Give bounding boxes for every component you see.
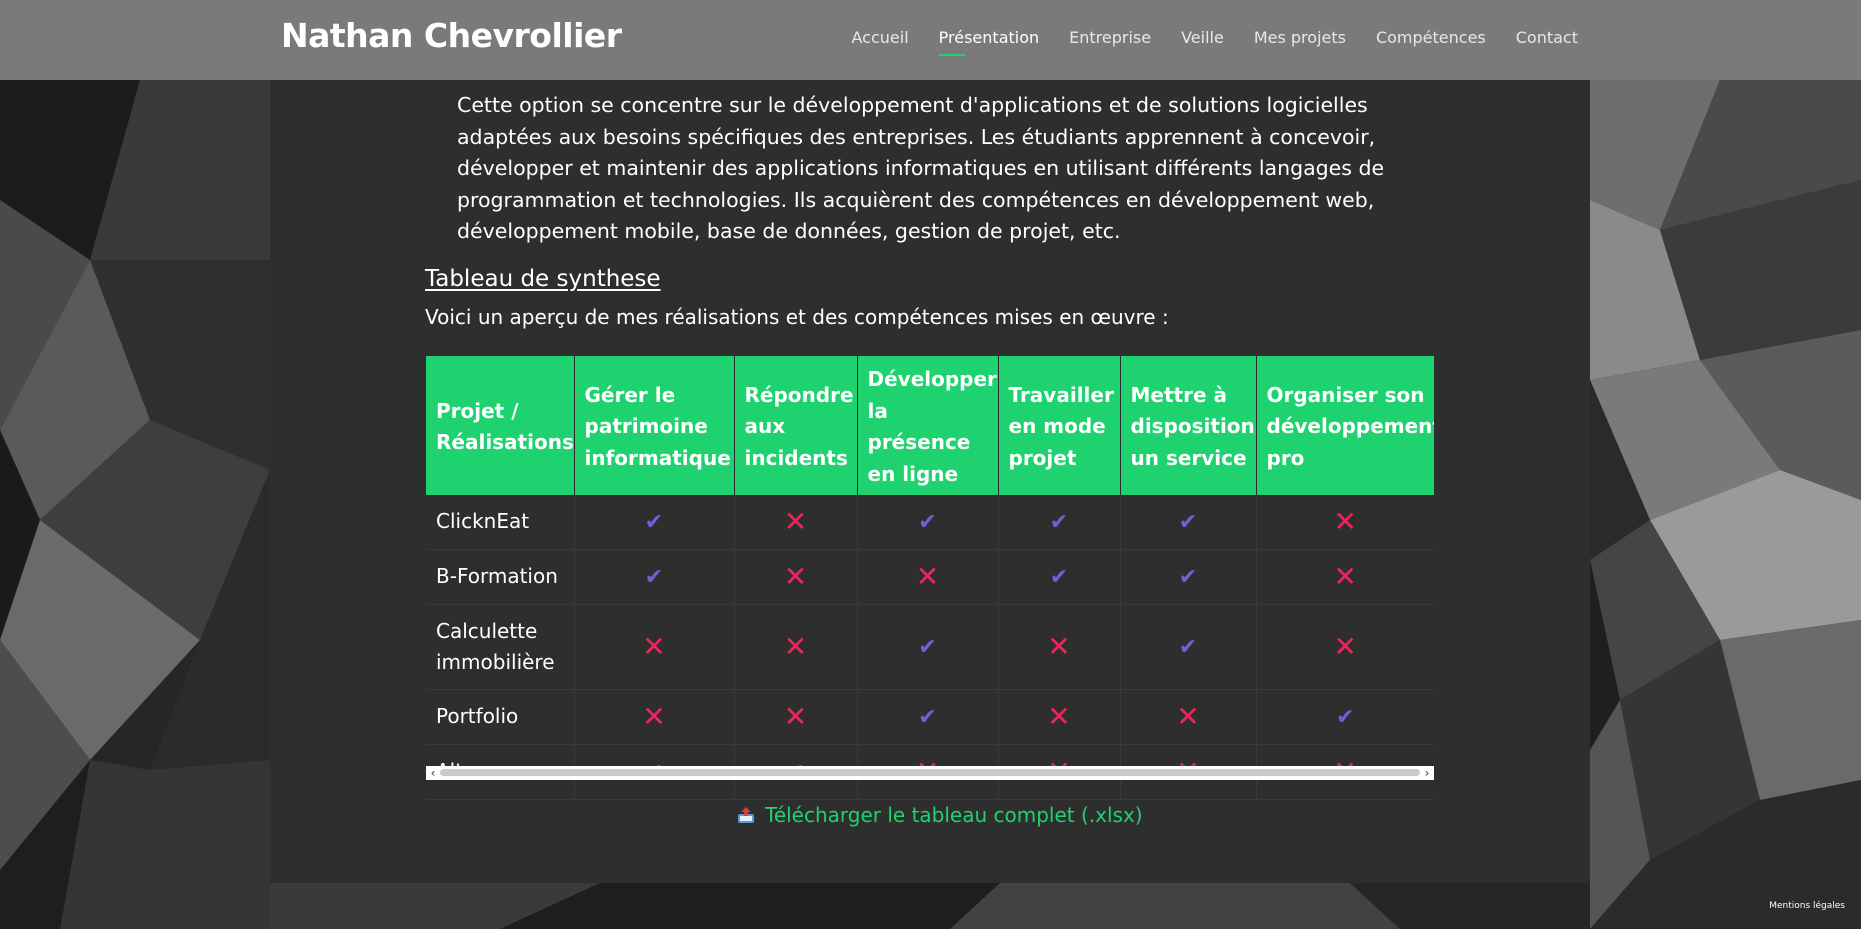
section-title: Tableau de synthese: [425, 266, 661, 292]
check-icon: ✔: [1178, 564, 1198, 590]
competency-cell: ✕: [1256, 549, 1434, 605]
check-icon: ✔: [1049, 564, 1069, 590]
competency-cell: ✕: [734, 604, 858, 690]
competency-cell: ✕: [574, 604, 735, 690]
competency-cell: ✔: [1120, 549, 1257, 605]
scroll-right-arrow-icon[interactable]: ›: [1420, 766, 1434, 780]
competency-cell: ✔: [857, 495, 999, 550]
competency-cell: ✕: [998, 689, 1121, 745]
cross-icon: ✕: [783, 505, 808, 538]
cross-icon: ✕: [1176, 700, 1200, 733]
nav-mes-projets[interactable]: Mes projets: [1254, 28, 1346, 47]
competency-cell: ✔: [1256, 689, 1434, 745]
nav-presentation[interactable]: Présentation: [938, 28, 1040, 56]
competency-cell: ✔: [1120, 495, 1257, 550]
column-header: Projet / Réalisations: [426, 356, 575, 495]
check-icon: ✔: [1178, 634, 1198, 660]
main-nav: Accueil Présentation Entreprise Veille M…: [822, 28, 1578, 56]
table-row: ClicknEat ✔ ✕ ✔ ✔ ✔ ✕: [426, 495, 1434, 550]
scroll-left-arrow-icon[interactable]: ‹: [426, 766, 440, 780]
check-icon: ✔: [918, 634, 937, 660]
check-icon: ✔: [1049, 509, 1069, 535]
table-row: Portfolio ✕ ✕ ✔ ✕ ✕ ✔: [426, 689, 1434, 745]
competency-cell: ✕: [734, 689, 858, 745]
table-horizontal-scrollbar[interactable]: ‹ ›: [426, 766, 1434, 780]
column-header: Travailler en mode projet: [998, 356, 1121, 495]
cross-icon: ✕: [642, 700, 666, 733]
column-header: Organiser son développement pro: [1256, 356, 1434, 495]
download-xlsx-link[interactable]: Télécharger le tableau complet (.xlsx): [737, 803, 1143, 827]
check-icon: ✔: [644, 509, 664, 535]
check-icon: ✔: [1336, 704, 1355, 730]
cross-icon: ✕: [783, 560, 808, 593]
competency-cell: ✔: [1120, 604, 1257, 690]
competency-cell: ✔: [998, 495, 1121, 550]
cross-icon: ✕: [783, 630, 808, 663]
project-name-cell: ClicknEat: [426, 495, 575, 550]
nav-contact[interactable]: Contact: [1516, 28, 1578, 47]
table-row: B-Formation ✔ ✕ ✕ ✔ ✔ ✕: [426, 549, 1434, 605]
cross-icon: ✕: [1333, 630, 1357, 663]
site-header: Nathan Chevrollier Accueil Présentation …: [0, 0, 1861, 80]
competency-cell: ✕: [857, 549, 999, 605]
column-header: Répondre aux incidents: [734, 356, 858, 495]
nav-presentation-label: Présentation: [938, 28, 1040, 47]
cross-icon: ✕: [1333, 560, 1357, 593]
column-header: Gérer le patrimoine informatique: [574, 356, 735, 495]
cross-icon: ✕: [1047, 700, 1071, 733]
check-icon: ✔: [918, 509, 937, 535]
table-body: ClicknEat ✔ ✕ ✔ ✔ ✔ ✕ B-Formation ✔ ✕ ✕ ✔ ✔ ✕ Calculet…: [426, 495, 1434, 800]
download-link-label: Télécharger le tableau complet (.xlsx): [765, 803, 1143, 827]
legal-notice-link[interactable]: Mentions légales: [1769, 901, 1845, 911]
cross-icon: ✕: [915, 560, 940, 593]
competency-cell: ✔: [574, 495, 735, 550]
nav-entreprise[interactable]: Entreprise: [1069, 28, 1151, 47]
synthesis-table: Projet / Réalisations Gérer le patrimoin…: [426, 356, 1434, 800]
cross-icon: ✕: [1333, 505, 1357, 538]
column-header: Développer la présence en ligne: [857, 356, 999, 495]
competency-cell: ✔: [998, 549, 1121, 605]
competency-cell: ✕: [1120, 689, 1257, 745]
competency-cell: ✕: [734, 549, 858, 605]
outbox-tray-icon: [737, 806, 755, 824]
competency-cell: ✕: [1256, 604, 1434, 690]
nav-accueil[interactable]: Accueil: [852, 28, 909, 47]
project-name-cell: Portfolio: [426, 689, 575, 745]
check-icon: ✔: [1178, 509, 1198, 535]
competency-cell: ✕: [1256, 495, 1434, 550]
check-icon: ✔: [918, 704, 937, 730]
project-name-cell: B-Formation: [426, 549, 575, 605]
synthesis-table-container[interactable]: Projet / Réalisations Gérer le patrimoin…: [426, 356, 1434, 800]
brand-name[interactable]: Nathan Chevrollier: [281, 16, 622, 55]
section-subtitle: Voici un aperçu de mes réalisations et d…: [425, 305, 1169, 329]
check-icon: ✔: [644, 564, 664, 590]
competency-cell: ✕: [998, 604, 1121, 690]
cross-icon: ✕: [783, 700, 808, 733]
project-name-cell: Calculette immobilière: [426, 604, 575, 690]
table-header-row: Projet / Réalisations Gérer le patrimoin…: [426, 356, 1434, 495]
column-header: Mettre à disposition un service: [1120, 356, 1257, 495]
competency-cell: ✕: [734, 495, 858, 550]
competency-cell: ✕: [574, 689, 735, 745]
scrollbar-thumb[interactable]: [440, 769, 1420, 776]
table-row: Calculette immobilière ✕ ✕ ✔ ✕ ✔ ✕: [426, 604, 1434, 690]
cross-icon: ✕: [642, 630, 666, 663]
competency-cell: ✔: [857, 604, 999, 690]
competency-cell: ✔: [857, 689, 999, 745]
nav-competences[interactable]: Compétences: [1376, 28, 1486, 47]
cross-icon: ✕: [1047, 630, 1071, 663]
option-description: Cette option se concentre sur le dévelop…: [457, 93, 1385, 243]
competency-cell: ✔: [574, 549, 735, 605]
active-nav-indicator: [938, 54, 965, 56]
nav-veille[interactable]: Veille: [1181, 28, 1224, 47]
